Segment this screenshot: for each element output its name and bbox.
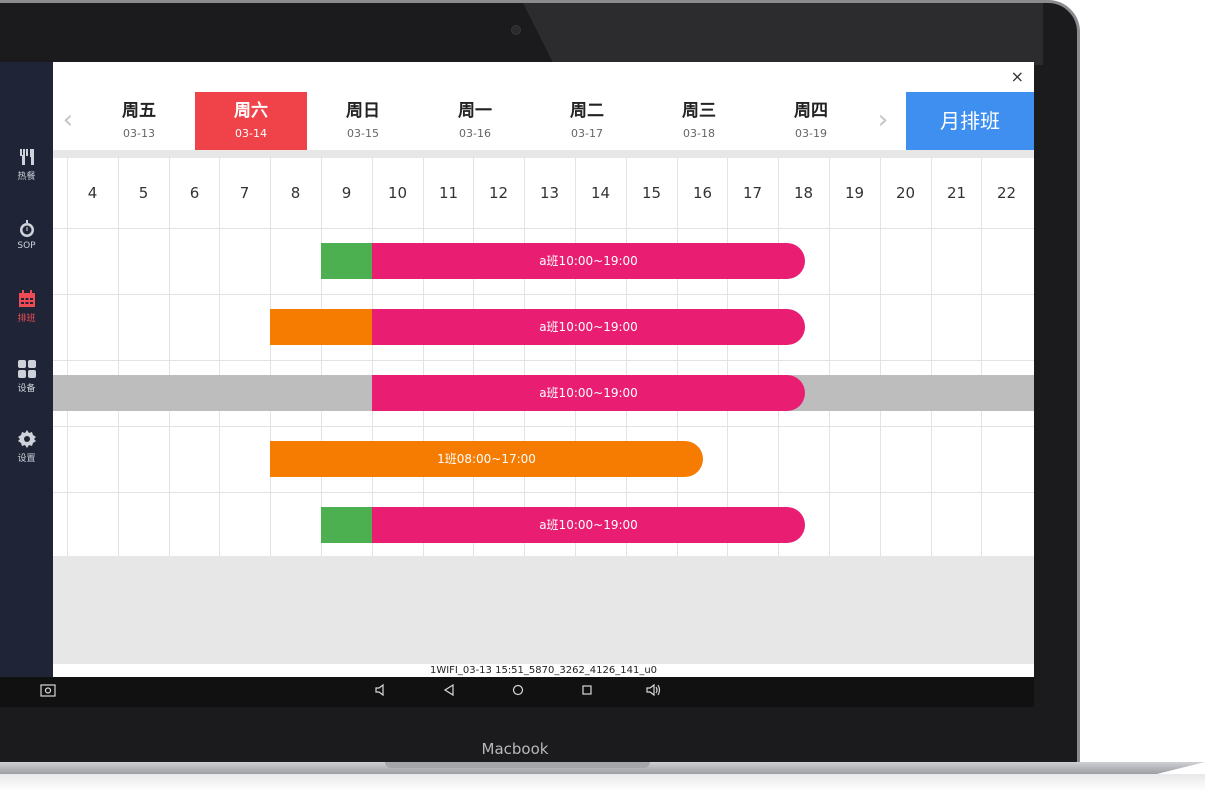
hour-label: 16 [692, 184, 713, 202]
grid-hline [53, 426, 1034, 427]
grid-hline [53, 228, 1034, 229]
volume-down-icon[interactable] [374, 683, 388, 701]
prev-week-button[interactable]: ‹ [53, 92, 83, 150]
pre-shift-segment[interactable] [321, 507, 372, 543]
hour-label: 5 [138, 184, 149, 202]
shift-bar[interactable]: a班10:00~19:00 [372, 375, 805, 411]
shift-bar[interactable]: a班10:00~19:00 [372, 243, 805, 279]
hour-label: 18 [793, 184, 814, 202]
sidebar-item-label: 设置 [17, 454, 36, 464]
lid-reflection [523, 3, 1043, 65]
hour-label: 9 [341, 184, 352, 202]
sidebar-item-devices[interactable]: 设备 [0, 360, 53, 394]
day-name: 周日 [346, 101, 380, 121]
top-bar: × [53, 62, 1034, 92]
sidebar-item-schedule[interactable]: 排班 [0, 290, 53, 324]
home-icon[interactable] [511, 683, 525, 701]
day-tab-thu[interactable]: 周四 03-19 [755, 92, 867, 150]
device-id-text: 1WIFI_03-13 15:51_5870_3262_4126_141_u0 [53, 664, 1034, 677]
shift-bar[interactable]: a班10:00~19:00 [372, 507, 805, 543]
sidebar-item-label: 排班 [17, 314, 36, 324]
grid-hline [53, 294, 1034, 295]
sidebar: 热餐 SOP 排班 设备 设置 [0, 62, 53, 677]
hour-label: 20 [895, 184, 916, 202]
day-tab-mon[interactable]: 周一 03-16 [419, 92, 531, 150]
day-date: 03-18 [683, 127, 715, 140]
sidebar-item-sop[interactable]: SOP [0, 220, 53, 251]
hour-label: 12 [488, 184, 509, 202]
day-name: 周五 [122, 101, 156, 121]
schedule-panel: × ‹ 周五 03-13 周六 03-14 周日 03-15 周一 03-16 … [53, 62, 1034, 677]
day-name: 周一 [458, 101, 492, 121]
laptop-shadow [0, 774, 1205, 791]
sidebar-item-hot-meal[interactable]: 热餐 [0, 148, 53, 182]
app-screen: 热餐 SOP 排班 设备 设置 × ‹ 周五 03-13 周六 03-14 周日… [0, 62, 1034, 707]
sidebar-item-label: 设备 [17, 384, 36, 394]
next-week-button[interactable]: › [868, 92, 898, 150]
day-selector: ‹ 周五 03-13 周六 03-14 周日 03-15 周一 03-16 周二… [53, 92, 1034, 150]
day-date: 03-13 [123, 127, 155, 140]
grid-hline [53, 492, 1034, 493]
day-name: 周四 [794, 101, 828, 121]
screenshot-icon[interactable] [40, 683, 56, 701]
hour-label: 7 [239, 184, 250, 202]
camera-icon [511, 25, 521, 35]
recents-icon[interactable] [580, 683, 594, 701]
day-date: 03-15 [347, 127, 379, 140]
hour-label: 4 [87, 184, 98, 202]
laptop-hinge-notch [385, 762, 650, 768]
monthly-schedule-button[interactable]: 月排班 [906, 92, 1034, 150]
shift-bar[interactable]: a班10:00~19:00 [372, 309, 805, 345]
day-name: 周六 [234, 101, 268, 121]
hour-label: 6 [189, 184, 200, 202]
laptop-brand-label: Macbook [481, 740, 549, 758]
grid-icon [17, 360, 36, 378]
volume-up-icon[interactable] [646, 683, 662, 701]
close-icon[interactable]: × [1011, 67, 1024, 86]
back-icon[interactable] [443, 683, 455, 701]
day-tab-tue[interactable]: 周二 03-17 [531, 92, 643, 150]
day-tab-fri[interactable]: 周五 03-13 [83, 92, 195, 150]
android-nav-bar [0, 677, 1034, 707]
divider [53, 150, 1034, 158]
stopwatch-icon [19, 220, 34, 237]
hour-label: 22 [996, 184, 1017, 202]
hour-label: 17 [742, 184, 763, 202]
hour-label: 13 [539, 184, 560, 202]
grid-hline [53, 360, 1034, 361]
hour-label: 21 [946, 184, 967, 202]
hour-label: 15 [641, 184, 662, 202]
pre-shift-segment[interactable] [270, 309, 372, 345]
hour-label: 14 [590, 184, 611, 202]
sidebar-item-label: SOP [17, 241, 36, 251]
timeline-grid: 4 5 6 7 8 9 10 11 12 13 14 15 16 17 18 19 20 21 22 a班10:00~… [53, 158, 1034, 556]
sidebar-item-label: 热餐 [17, 172, 36, 182]
day-name: 周三 [682, 101, 716, 121]
day-date: 03-14 [235, 127, 267, 140]
day-tab-sat[interactable]: 周六 03-14 [195, 92, 307, 150]
hour-label: 10 [387, 184, 408, 202]
day-date: 03-16 [459, 127, 491, 140]
pre-shift-segment[interactable] [321, 243, 372, 279]
hour-label: 8 [290, 184, 301, 202]
day-date: 03-19 [795, 127, 827, 140]
day-tab-sun[interactable]: 周日 03-15 [307, 92, 419, 150]
day-date: 03-17 [571, 127, 603, 140]
day-tab-wed[interactable]: 周三 03-18 [643, 92, 755, 150]
calendar-icon [18, 290, 35, 307]
sidebar-item-settings[interactable]: 设置 [0, 430, 53, 464]
shift-bar[interactable]: 1班08:00~17:00 [270, 441, 703, 477]
fork-knife-icon [19, 149, 34, 165]
hour-label: 11 [438, 184, 459, 202]
hour-label: 19 [844, 184, 865, 202]
gear-icon [17, 430, 36, 448]
day-name: 周二 [570, 101, 604, 121]
